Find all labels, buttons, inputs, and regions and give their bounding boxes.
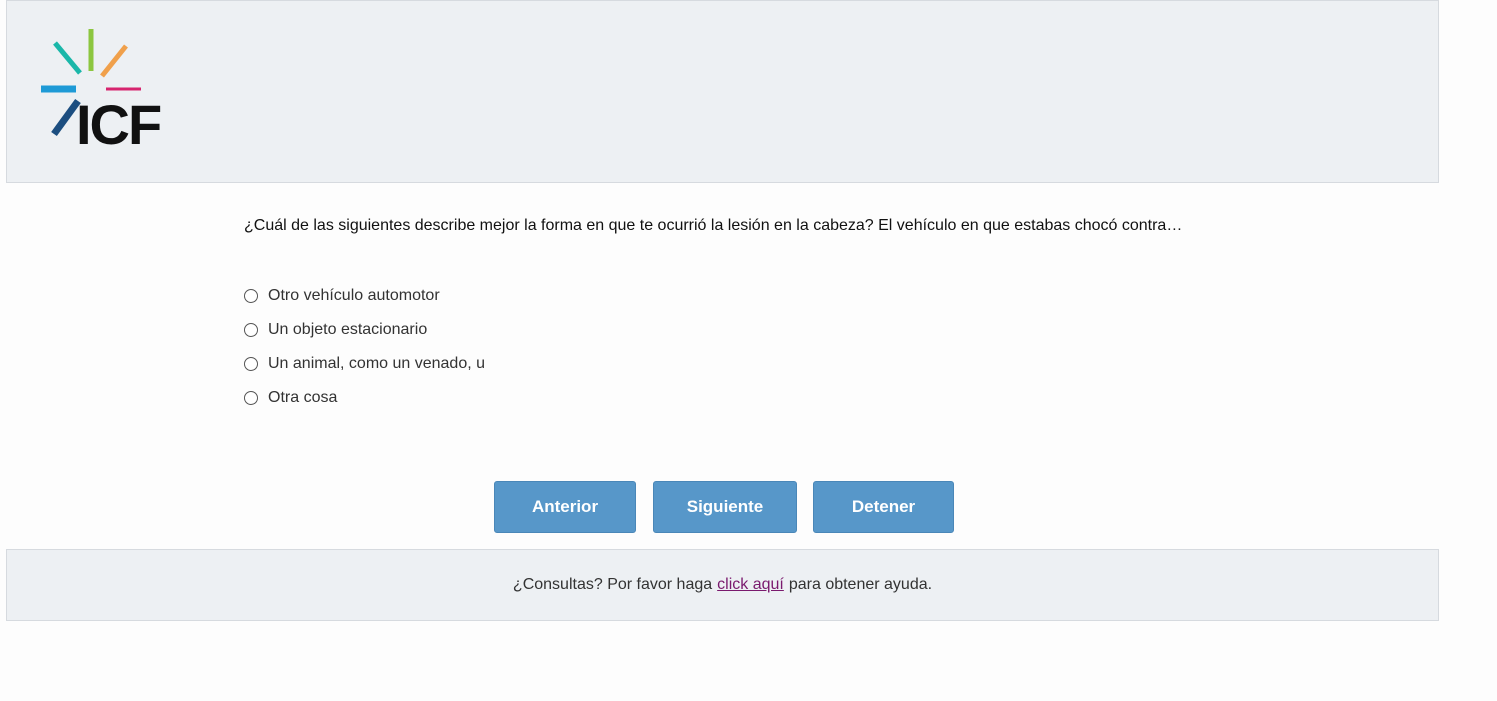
footer-text-after: para obtener ayuda.	[788, 576, 933, 593]
icf-logo: ICF	[34, 27, 164, 153]
radio-button[interactable]	[244, 289, 258, 303]
answer-options: Otro vehículo automotor Un objeto estaci…	[244, 279, 485, 415]
stop-button[interactable]: Detener	[813, 481, 954, 533]
option-objeto-estacionario[interactable]: Un objeto estacionario	[244, 313, 485, 347]
option-label: Un objeto estacionario	[268, 321, 428, 338]
option-otro-vehiculo[interactable]: Otro vehículo automotor	[244, 279, 485, 313]
logo-wordmark: ICF	[76, 93, 162, 156]
question-text: ¿Cuál de las siguientes describe mejor l…	[244, 217, 1183, 234]
option-animal[interactable]: Un animal, como un venado, u	[244, 347, 485, 381]
radio-button[interactable]	[244, 323, 258, 337]
option-label: Un animal, como un venado, u	[268, 355, 486, 372]
help-link[interactable]: click aquí	[717, 576, 784, 594]
radio-button[interactable]	[244, 357, 258, 371]
option-label: Otro vehículo automotor	[268, 287, 440, 304]
footer-text-before: ¿Consultas? Por favor haga	[512, 576, 713, 593]
previous-button[interactable]: Anterior	[494, 481, 636, 533]
header-banner: ICF	[6, 0, 1439, 183]
next-button[interactable]: Siguiente	[653, 481, 797, 533]
radio-button[interactable]	[244, 391, 258, 405]
option-label: Otra cosa	[268, 389, 338, 406]
option-otra-cosa[interactable]: Otra cosa	[244, 381, 485, 415]
footer-help: ¿Consultas? Por favor haga click aquí pa…	[6, 549, 1439, 621]
